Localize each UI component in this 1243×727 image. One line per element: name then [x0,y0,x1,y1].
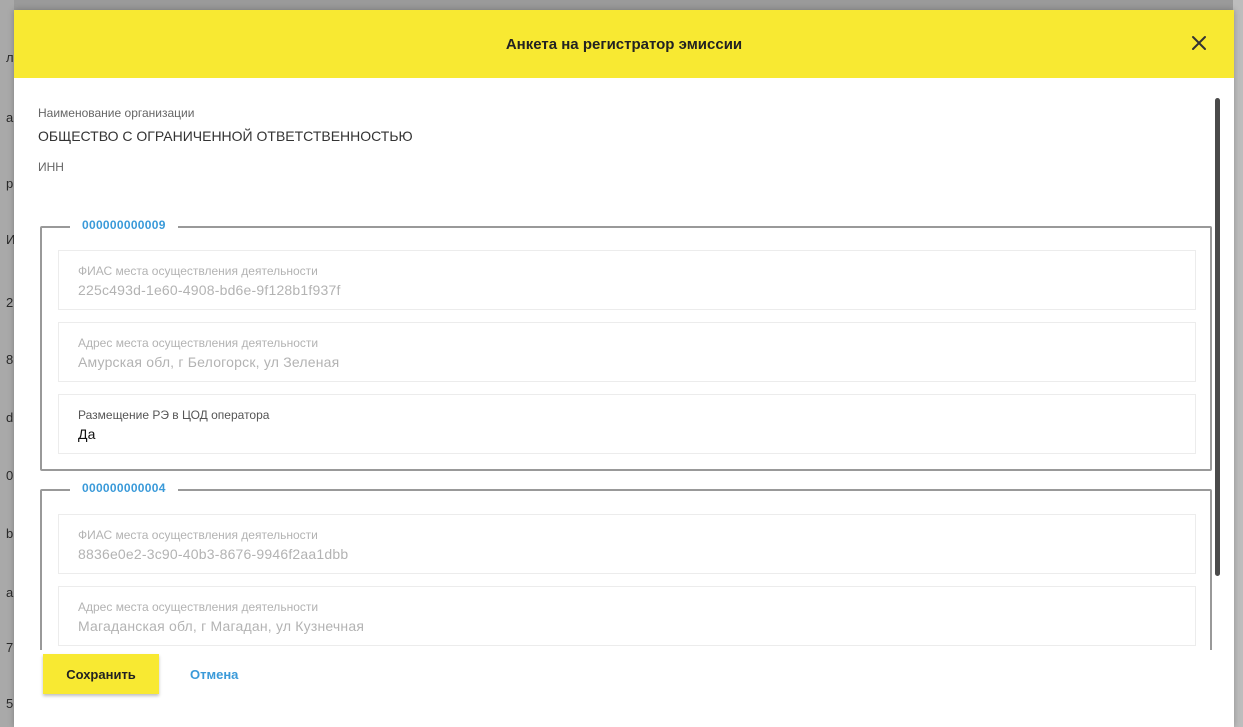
background-glyph: 0 [6,468,14,483]
background-glyph: a [6,585,14,600]
fias-field: ФИАС места осуществления деятельности 22… [58,250,1196,310]
registrar-form-modal: Анкета на регистратор эмиссии Наименован… [14,10,1234,727]
fias-value: 225c493d-1e60-4908-bd6e-9f128b1f937f [78,282,341,298]
background-glyph: d [6,410,14,425]
vertical-scrollbar[interactable] [1215,98,1220,576]
overlay-top [0,0,1243,10]
address-value: Магаданская обл, г Магадан, ул Кузнечная [78,618,365,634]
background-glyph: И [6,232,14,247]
address-value: Амурская обл, г Белогорск, ул Зеленая [78,354,340,370]
background-glyph: 8 [6,352,14,367]
group-code: 000000000009 [70,218,178,232]
fias-field: ФИАС места осуществления деятельности 88… [58,514,1196,574]
save-button[interactable]: Сохранить [43,654,159,694]
address-label: Адрес места осуществления деятельности [78,600,319,614]
background-page-strip: л а р И 2 8 d 0 b a 7 5 [0,0,14,727]
background-glyph: 5 [6,696,14,711]
fias-value: 8836e0e2-3c90-40b3-8676-9946f2aa1dbb [78,546,349,562]
background-glyph: р [6,176,14,191]
modal-footer: Сохранить Отмена [14,650,1234,727]
inn-label: ИНН [38,160,64,174]
modal-body[interactable]: Наименование организации ОБЩЕСТВО С ОГРА… [14,78,1234,650]
close-icon [1192,36,1206,50]
background-glyph: 2 [6,295,14,310]
fias-label: ФИАС места осуществления деятельности [78,528,318,542]
modal-header: Анкета на регистратор эмиссии [14,10,1234,78]
placement-value: Да [78,426,96,442]
fias-label: ФИАС места осуществления деятельности [78,264,318,278]
org-name-value: ОБЩЕСТВО С ОГРАНИЧЕННОЙ ОТВЕТСТВЕННОСТЬЮ [38,128,413,144]
activity-place-group: 000000000004 ФИАС места осуществления де… [40,481,1212,650]
cancel-link[interactable]: Отмена [190,667,238,682]
group-code: 000000000004 [70,481,178,495]
org-name-label: Наименование организации [38,106,195,120]
activity-place-group: 000000000009 ФИАС места осуществления де… [40,218,1212,471]
background-glyph: 7 [6,640,14,655]
background-glyph: b [6,526,14,541]
placement-label: Размещение РЭ в ЦОД оператора [78,408,270,422]
close-button[interactable] [1186,30,1212,56]
address-label: Адрес места осуществления деятельности [78,336,319,350]
modal-title: Анкета на регистратор эмиссии [505,35,743,53]
background-glyph: л [6,50,14,65]
placement-field[interactable]: Размещение РЭ в ЦОД оператора Да [58,394,1196,454]
address-field: Адрес места осуществления деятельности А… [58,322,1196,382]
background-glyph: а [6,110,14,125]
overlay-right [1233,0,1243,727]
address-field: Адрес места осуществления деятельности М… [58,586,1196,646]
